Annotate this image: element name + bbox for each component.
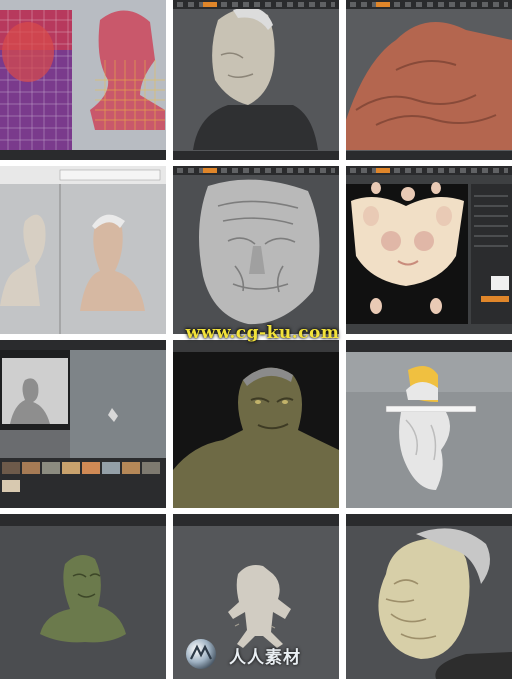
tile-wrinkled-face-closeup [173, 166, 339, 334]
uv-checker-bust-image [0, 0, 166, 160]
green-bust-image [0, 514, 166, 679]
tile-skin-detail-closeup [346, 0, 512, 160]
toolbar-top [346, 0, 512, 9]
old-man-bust-profile-image [173, 0, 339, 160]
uv-texture-map-image [346, 166, 512, 334]
watermark-text: www.cg-ku.com [185, 323, 340, 343]
sphere-logo-icon [186, 639, 216, 669]
site-logo: 人人素材 [183, 637, 343, 671]
toolbar-top [173, 166, 339, 175]
base-mesh-hair-image [346, 340, 512, 508]
toolbar-top [346, 166, 512, 175]
tile-uv-texture-map [346, 166, 512, 334]
tile-green-bust [0, 514, 166, 679]
final-old-man-sculpt-image [346, 514, 512, 679]
tile-render-setup-thumbnails [0, 340, 166, 508]
logo-text: 人人素材 [229, 648, 301, 668]
wrinkled-face-closeup-image [173, 166, 339, 334]
render-setup-thumbnails-image [0, 340, 166, 508]
tile-final-old-man-sculpt [346, 514, 512, 679]
tile-base-mesh-hair [346, 340, 512, 508]
toolbar-top [173, 0, 339, 9]
tile-old-man-bust-profile [173, 0, 339, 160]
tile-dual-viewport-busts [0, 166, 166, 334]
tile-uv-checker-bust [0, 0, 166, 160]
tile-goblin-render [173, 340, 339, 508]
goblin-render-image [173, 340, 339, 508]
skin-detail-closeup-image [346, 0, 512, 160]
dual-viewport-busts-image [0, 166, 166, 334]
